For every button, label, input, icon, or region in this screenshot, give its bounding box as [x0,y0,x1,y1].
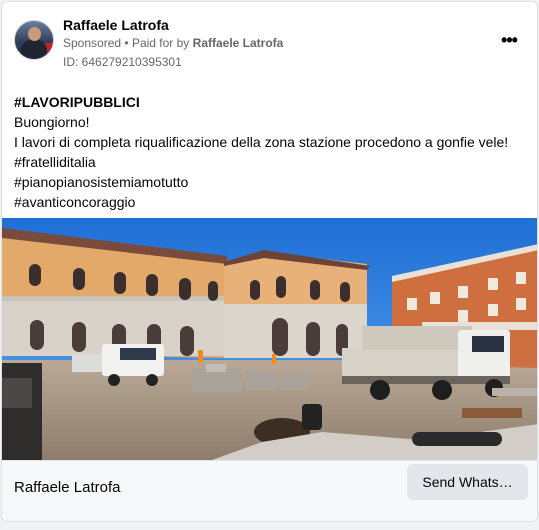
sponsored-meta: Sponsored • Paid for by Raffaele Latrofa [63,36,283,50]
post-hashtag: #pianopianosistemiamotutto [14,174,189,190]
avatar[interactable] [14,20,54,60]
post-text: #LAVORIPUBBLICI Buongiorno! I lavori di … [14,92,529,212]
post-line: I lavori di completa riqualificazione de… [14,134,509,150]
avatar-head [28,27,41,41]
meta-separator: • [124,36,132,50]
post-hashtag: #fratelliditalia [14,154,96,170]
ad-header: Raffaele Latrofa Sponsored • Paid for by… [2,2,537,82]
sponsored-label: Sponsored [63,36,122,50]
ad-photo[interactable] [2,218,537,460]
construction-site-image [2,218,537,460]
paid-for-prefix: Paid for by [131,36,190,50]
send-whatsapp-button[interactable]: Send Whats… [407,464,528,500]
page-name[interactable]: Raffaele Latrofa [63,17,169,33]
post-headline: #LAVORIPUBBLICI [14,94,140,110]
avatar-body [21,40,47,59]
ad-id: ID: 646279210395301 [63,55,182,69]
post-line: Buongiorno! [14,114,90,130]
footer-page-name[interactable]: Raffaele Latrofa [14,479,120,496]
ad-footer: Raffaele Latrofa Send Whats… [2,460,537,521]
more-horizontal-icon[interactable]: ••• [494,30,524,54]
paid-for-name[interactable]: Raffaele Latrofa [193,36,284,50]
post-hashtag: #avanticoncoraggio [14,194,136,210]
ad-card: Raffaele Latrofa Sponsored • Paid for by… [1,1,538,522]
